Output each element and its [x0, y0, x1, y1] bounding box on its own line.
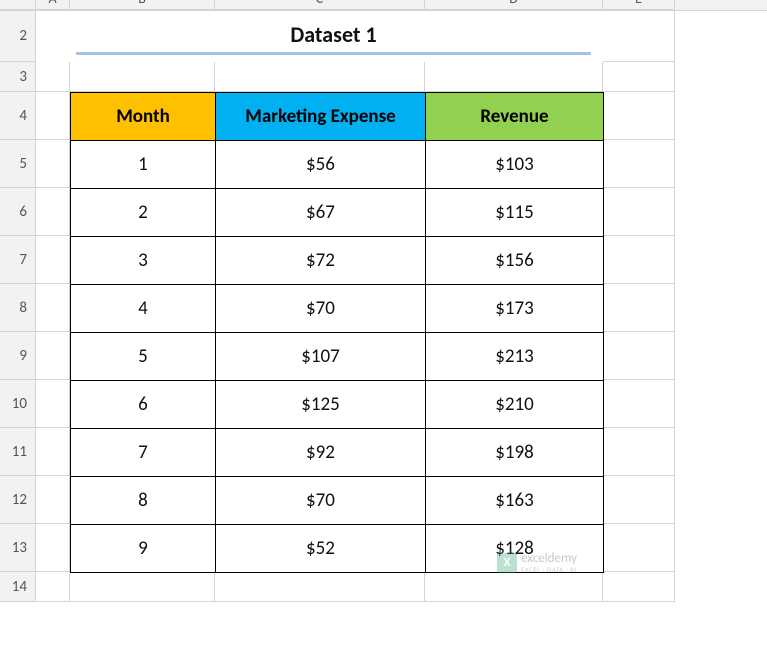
cell[interactable] — [36, 236, 70, 284]
td-expense[interactable]: $125 — [215, 380, 426, 429]
cell[interactable] — [603, 62, 675, 92]
cell[interactable] — [36, 524, 70, 572]
watermark-sub: EXCEL · DATA · BI — [521, 565, 577, 574]
td-month[interactable]: 6 — [70, 380, 216, 429]
td-revenue[interactable]: $198 — [425, 428, 604, 477]
cell[interactable] — [603, 428, 675, 476]
td-revenue[interactable]: $163 — [425, 476, 604, 525]
td-month[interactable]: 1 — [70, 140, 216, 189]
cell[interactable] — [36, 284, 70, 332]
row-header-11[interactable]: 11 — [0, 428, 36, 476]
th-revenue[interactable]: Revenue — [425, 92, 604, 141]
td-month[interactable]: 5 — [70, 332, 216, 381]
cell[interactable] — [36, 188, 70, 236]
title-underline — [76, 52, 591, 55]
td-month[interactable]: 3 — [70, 236, 216, 285]
row-header-5[interactable]: 5 — [0, 140, 36, 188]
row-header-9[interactable]: 9 — [0, 332, 36, 380]
td-expense[interactable]: $92 — [215, 428, 426, 477]
td-expense[interactable]: $72 — [215, 236, 426, 285]
cell[interactable] — [603, 188, 675, 236]
td-month[interactable]: 7 — [70, 428, 216, 477]
td-expense[interactable]: $107 — [215, 332, 426, 381]
td-expense[interactable]: $52 — [215, 524, 426, 573]
td-month[interactable]: 4 — [70, 284, 216, 333]
row-header-6[interactable]: 6 — [0, 188, 36, 236]
cell[interactable] — [36, 428, 70, 476]
cell[interactable] — [36, 62, 70, 92]
cell[interactable] — [603, 92, 675, 140]
cell[interactable] — [603, 10, 675, 62]
cell[interactable] — [603, 524, 675, 572]
cell[interactable] — [36, 380, 70, 428]
row-header-13[interactable]: 13 — [0, 524, 36, 572]
cell[interactable] — [603, 332, 675, 380]
row-header-2[interactable]: 2 — [0, 10, 36, 62]
watermark-text: exceldemy — [521, 552, 577, 565]
td-revenue[interactable]: $156 — [425, 236, 604, 285]
col-header-c[interactable]: C — [215, 0, 425, 10]
td-expense[interactable]: $70 — [215, 476, 426, 525]
cell[interactable] — [603, 572, 675, 602]
td-month[interactable]: 2 — [70, 188, 216, 237]
cell[interactable] — [36, 332, 70, 380]
cell[interactable] — [36, 140, 70, 188]
cell[interactable] — [36, 92, 70, 140]
row-header-14[interactable]: 14 — [0, 572, 36, 602]
td-expense[interactable]: $56 — [215, 140, 426, 189]
cell[interactable] — [215, 572, 425, 602]
row-header-4[interactable]: 4 — [0, 92, 36, 140]
cell[interactable] — [603, 476, 675, 524]
td-expense[interactable]: $67 — [215, 188, 426, 237]
row-header-7[interactable]: 7 — [0, 236, 36, 284]
td-month[interactable]: 9 — [70, 524, 216, 573]
title-block[interactable]: Dataset 1 — [36, 10, 603, 62]
spreadsheet-grid: A B C D E 1 2 3 4 5 6 7 8 9 10 11 12 13 … — [0, 0, 767, 602]
col-header-d[interactable]: D — [425, 0, 603, 10]
cell[interactable] — [425, 572, 603, 602]
page-title: Dataset 1 — [290, 21, 376, 48]
td-revenue[interactable]: $213 — [425, 332, 604, 381]
watermark: X exceldemy EXCEL · DATA · BI — [497, 552, 577, 574]
col-header-b[interactable]: B — [70, 0, 215, 10]
td-month[interactable]: 8 — [70, 476, 216, 525]
row-header-3[interactable]: 3 — [0, 62, 36, 92]
col-header-e[interactable]: E — [603, 0, 675, 10]
cell[interactable] — [36, 476, 70, 524]
th-month[interactable]: Month — [70, 92, 216, 141]
td-expense[interactable]: $70 — [215, 284, 426, 333]
td-revenue[interactable]: $115 — [425, 188, 604, 237]
cell[interactable] — [36, 572, 70, 602]
th-expense[interactable]: Marketing Expense — [215, 92, 426, 141]
row-header-8[interactable]: 8 — [0, 284, 36, 332]
cell[interactable] — [603, 380, 675, 428]
cell[interactable] — [70, 62, 215, 92]
cell[interactable] — [70, 572, 215, 602]
cell[interactable] — [603, 236, 675, 284]
excel-icon: X — [497, 553, 517, 573]
select-all-corner[interactable] — [0, 0, 36, 10]
cell[interactable] — [425, 62, 603, 92]
cell[interactable] — [603, 284, 675, 332]
col-header-a[interactable]: A — [36, 0, 70, 10]
cell[interactable] — [215, 62, 425, 92]
cell[interactable] — [603, 140, 675, 188]
row-header-10[interactable]: 10 — [0, 380, 36, 428]
td-revenue[interactable]: $103 — [425, 140, 604, 189]
td-revenue[interactable]: $210 — [425, 380, 604, 429]
row-header-12[interactable]: 12 — [0, 476, 36, 524]
td-revenue[interactable]: $173 — [425, 284, 604, 333]
